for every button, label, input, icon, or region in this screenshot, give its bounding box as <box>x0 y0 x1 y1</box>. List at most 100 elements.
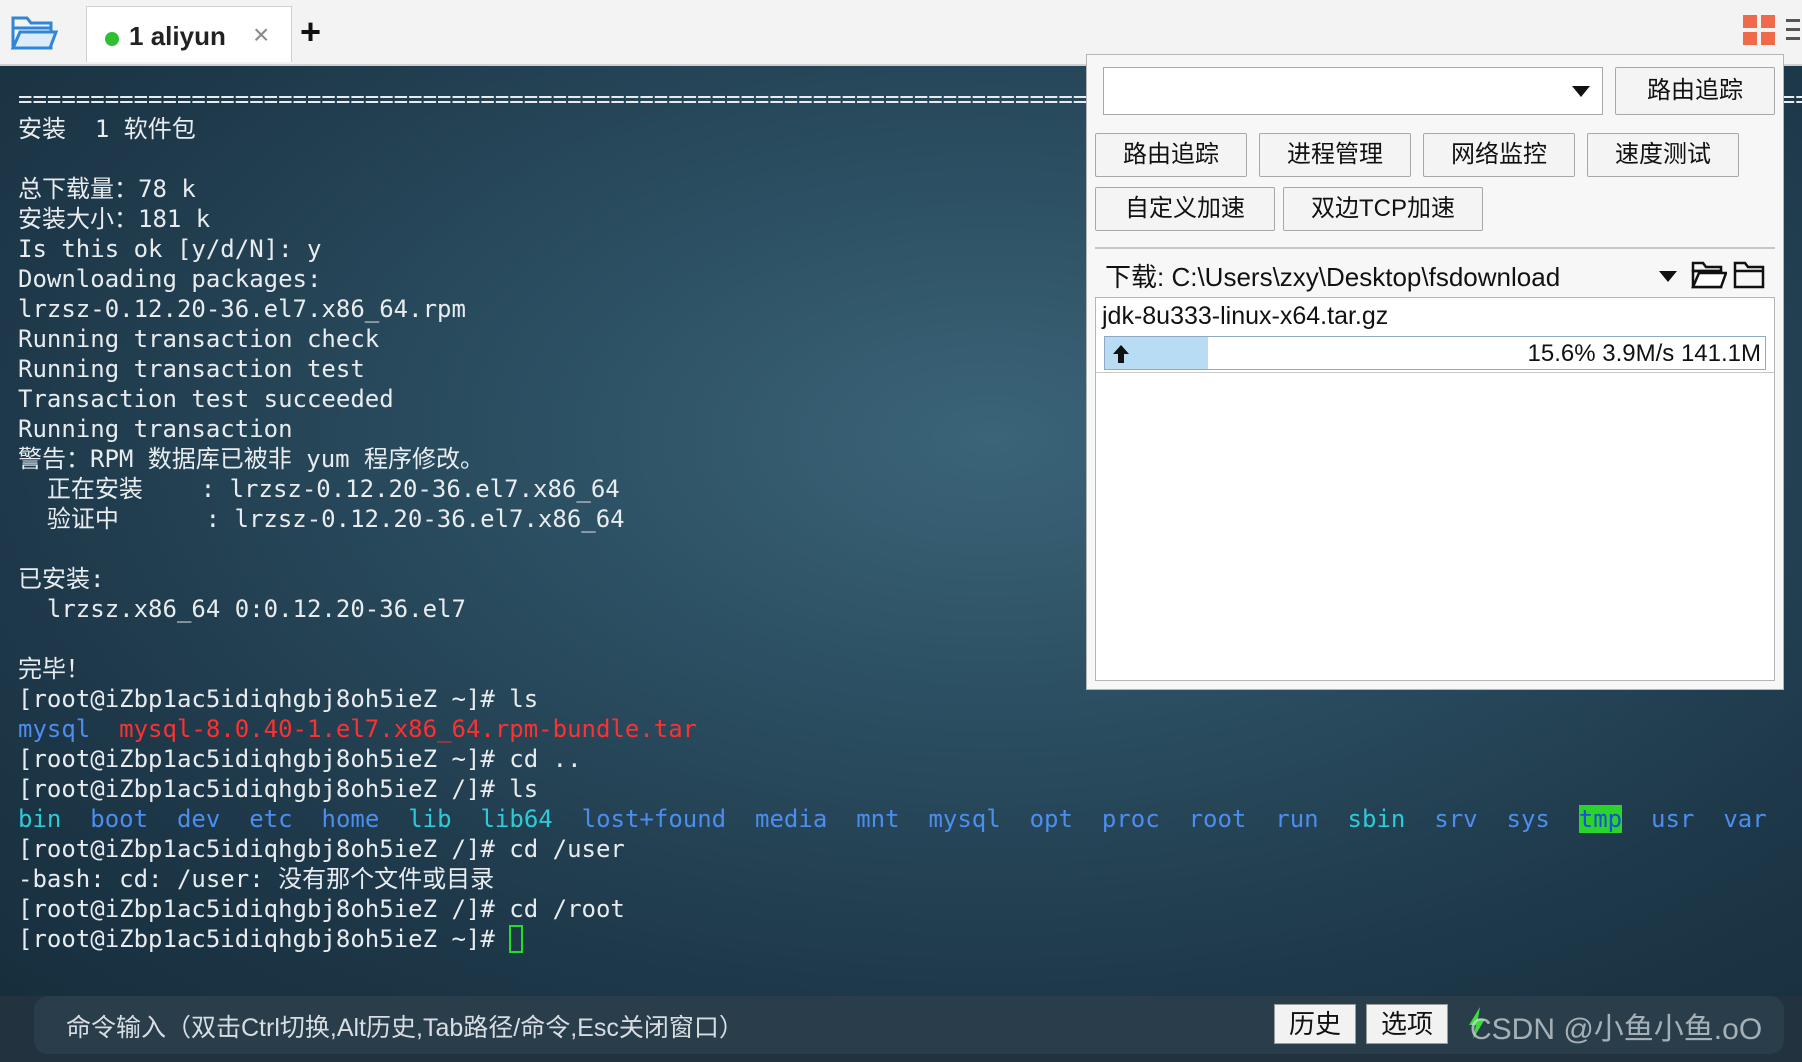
close-icon[interactable]: × <box>253 19 269 51</box>
options-button[interactable]: 选项 <box>1366 1004 1448 1044</box>
tool-button-speed[interactable]: 速度测试 <box>1587 133 1739 177</box>
terminal-text: 总下载量：78 k <box>18 175 196 203</box>
tool-button-process[interactable]: 进程管理 <box>1259 133 1411 177</box>
watermark: CSDN @小鱼小鱼.oO <box>1470 1013 1763 1046</box>
terminal-line: [root@iZbp1ac5idiqhgbj8oh5ieZ ~]# cd .. <box>18 744 1802 774</box>
terminal-text: lost+found <box>581 805 727 833</box>
tab-aliyun[interactable]: 1 aliyun × <box>86 6 292 62</box>
terminal-line: [root@iZbp1ac5idiqhgbj8oh5ieZ /]# cd /us… <box>18 834 1802 864</box>
terminal-text: [root@iZbp1ac5idiqhgbj8oh5ieZ /]# cd /ro… <box>18 895 625 923</box>
terminal-text: bin <box>18 805 62 833</box>
terminal-text: dev <box>176 805 221 833</box>
terminal-line: [root@iZbp1ac5idiqhgbj8oh5ieZ ~]# <box>18 924 1802 954</box>
terminal-text: var <box>1723 805 1767 833</box>
upload-arrow-icon <box>1113 345 1129 363</box>
terminal-text: [root@iZbp1ac5idiqhgbj8oh5ieZ /]# cd /us… <box>18 835 625 863</box>
terminal-text: mysql-8.0.40-1.el7.x86_64.rpm-bundle.tar <box>119 715 698 743</box>
terminal-text: Downloading packages: <box>18 265 322 293</box>
transfer-list[interactable]: jdk-8u333-linux-x64.tar.gz 15.6% 3.9M/s … <box>1095 297 1775 681</box>
terminal-text: Running transaction <box>18 415 293 443</box>
folder-icon[interactable] <box>1733 259 1765 289</box>
terminal-text: Transaction test succeeded <box>18 385 394 413</box>
terminal-text: mysql <box>18 715 91 743</box>
terminal-text: -bash: cd: /user: 没有那个文件或目录 <box>18 865 495 893</box>
terminal-line: mysql mysql-8.0.40-1.el7.x86_64.rpm-bund… <box>18 714 1802 744</box>
terminal-text: lrzsz.x86_64 0:0.12.20-36.el7 <box>18 595 466 623</box>
transfer-progress-bar: 15.6% 3.9M/s 141.1M <box>1104 336 1766 370</box>
terminal-text: proc <box>1101 805 1160 833</box>
terminal-text: sbin <box>1347 805 1406 833</box>
terminal-text: mnt <box>856 805 900 833</box>
tab-title: 1 aliyun <box>129 21 226 51</box>
terminal-text: opt <box>1029 805 1073 833</box>
terminal-text: [root@iZbp1ac5idiqhgbj8oh5ieZ ~]# ls <box>18 685 539 713</box>
tool-button-custom-accel[interactable]: 自定义加速 <box>1095 187 1275 231</box>
terminal-text: [root@iZbp1ac5idiqhgbj8oh5ieZ /]# ls <box>18 775 539 803</box>
terminal-text: [root@iZbp1ac5idiqhgbj8oh5ieZ ~]# cd .. <box>18 745 582 773</box>
terminal-text: srv <box>1434 805 1478 833</box>
terminal-text: 正在安装 : lrzsz-0.12.20-36.el7.x86_64 <box>18 475 620 503</box>
terminal-text: 验证中 : lrzsz-0.12.20-36.el7.x86_64 <box>18 505 625 533</box>
terminal-line: -bash: cd: /user: 没有那个文件或目录 <box>18 864 1802 894</box>
terminal-text: media <box>755 805 828 833</box>
trace-button[interactable]: 路由追踪 <box>1615 67 1775 115</box>
terminal-text: mysql <box>928 805 1001 833</box>
history-button[interactable]: 历史 <box>1274 1004 1356 1044</box>
connection-status-dot <box>105 32 119 46</box>
terminal-line: [root@iZbp1ac5idiqhgbj8oh5ieZ /]# ls <box>18 774 1802 804</box>
terminal-text: Running transaction test <box>18 355 365 383</box>
tool-button-network[interactable]: 网络监控 <box>1423 133 1575 177</box>
terminal-text: 安装 1 软件包 <box>18 115 196 143</box>
tool-button-tcp-accel[interactable]: 双边TCP加速 <box>1283 187 1483 231</box>
terminal-text: tmp <box>1578 805 1623 833</box>
terminal-line: [root@iZbp1ac5idiqhgbj8oh5ieZ /]# cd /ro… <box>18 894 1802 924</box>
folder-open-icon[interactable] <box>10 10 58 54</box>
terminal-line: bin boot dev etc home lib lib64 lost+fou… <box>18 804 1802 834</box>
terminal-text: boot <box>90 805 149 833</box>
command-input-placeholder[interactable]: 命令输入（双击Ctrl切换,Alt历史,Tab路径/命令,Esc关闭窗口） <box>66 1008 744 1044</box>
chevron-down-icon[interactable] <box>1572 86 1590 97</box>
terminal-text: 警告：RPM 数据库已被非 yum 程序修改。 <box>18 445 485 473</box>
terminal-text: sys <box>1506 805 1550 833</box>
terminal-text: etc <box>249 805 293 833</box>
tool-panel: 路由追踪 路由追踪 进程管理 网络监控 速度测试 自定义加速 双边TCP加速 下… <box>1086 54 1784 690</box>
terminal-text: Is this ok [y/d/N]: y <box>18 235 322 263</box>
terminal-text: home <box>321 805 380 833</box>
terminal-text: lib64 <box>480 805 553 833</box>
transfer-file-name: jdk-8u333-linux-x64.tar.gz <box>1102 302 1389 330</box>
terminal-text: lib <box>408 805 452 833</box>
terminal-text: root <box>1188 805 1247 833</box>
terminal-text: [root@iZbp1ac5idiqhgbj8oh5ieZ ~]# <box>18 925 510 953</box>
grid-icon[interactable] <box>1742 14 1776 46</box>
chevron-down-icon[interactable] <box>1659 271 1677 282</box>
terminal-text: lrzsz-0.12.20-36.el7.x86_64.rpm <box>18 295 466 323</box>
tool-button-trace[interactable]: 路由追踪 <box>1095 133 1247 177</box>
divider <box>1096 372 1774 373</box>
terminal-text: Running transaction check <box>18 325 380 353</box>
transfer-stats: 15.6% 3.9M/s 141.1M <box>1527 340 1761 367</box>
folder-open-icon[interactable] <box>1691 259 1727 289</box>
menu-icon[interactable] <box>1786 16 1800 44</box>
download-path: 下载: C:\Users\zxy\Desktop\fsdownload <box>1105 262 1561 292</box>
terminal-cursor <box>509 925 524 953</box>
plus-icon[interactable]: + <box>300 8 321 56</box>
terminal-text: 已安装: <box>18 565 105 593</box>
trace-target-combo[interactable] <box>1103 67 1603 115</box>
terminal-text: 完毕！ <box>18 655 90 683</box>
